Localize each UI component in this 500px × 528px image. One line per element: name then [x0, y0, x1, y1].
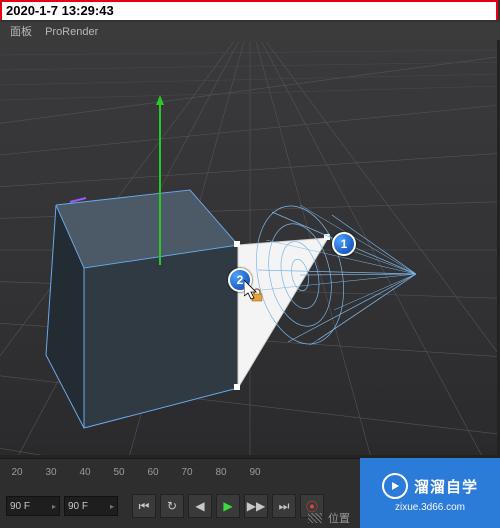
go-end-button[interactable]: ⏭	[272, 494, 296, 518]
watermark-banner: 溜溜自学 zixue.3d66.com	[360, 458, 500, 528]
cube-object[interactable]	[46, 190, 238, 428]
timeline-tick: 80	[204, 467, 238, 478]
hatch-icon	[308, 513, 322, 523]
play-logo-icon	[382, 473, 408, 499]
annotation-marker-2: 2	[228, 268, 252, 292]
timeline-tick: 90	[238, 467, 272, 478]
watermark-url: zixue.3d66.com	[395, 502, 465, 513]
go-start-button[interactable]: ⏮	[132, 494, 156, 518]
timeline-tick: 70	[170, 467, 204, 478]
timeline-tick: 30	[34, 467, 68, 478]
timeline-tick: 40	[68, 467, 102, 478]
play-button[interactable]: ▶	[216, 494, 240, 518]
prev-frame-button[interactable]: ◀	[188, 494, 212, 518]
next-frame-button[interactable]: ▶▶	[244, 494, 268, 518]
3d-viewport[interactable]: 1 2	[0, 40, 500, 458]
current-frame-field[interactable]: 90 F▸	[6, 496, 60, 516]
timeline-tick: 20	[0, 467, 34, 478]
end-frame-field[interactable]: 90 F▸	[64, 496, 118, 516]
annotation-marker-1: 1	[332, 232, 356, 256]
status-label: 位置	[328, 510, 350, 526]
status-bar: 位置	[308, 510, 350, 526]
viewport-scene	[0, 40, 500, 458]
menu-item-panel[interactable]: 面板	[10, 26, 32, 38]
timestamp-banner: 2020-1-7 13:29:43	[0, 0, 498, 20]
timeline-tick: 50	[102, 467, 136, 478]
watermark-brand: 溜溜自学	[414, 476, 478, 497]
timeline-tick: 60	[136, 467, 170, 478]
top-menubar: 面板 ProRender	[0, 22, 500, 42]
menu-item-prorender[interactable]: ProRender	[45, 26, 98, 38]
loop-button[interactable]: ↻	[160, 494, 184, 518]
